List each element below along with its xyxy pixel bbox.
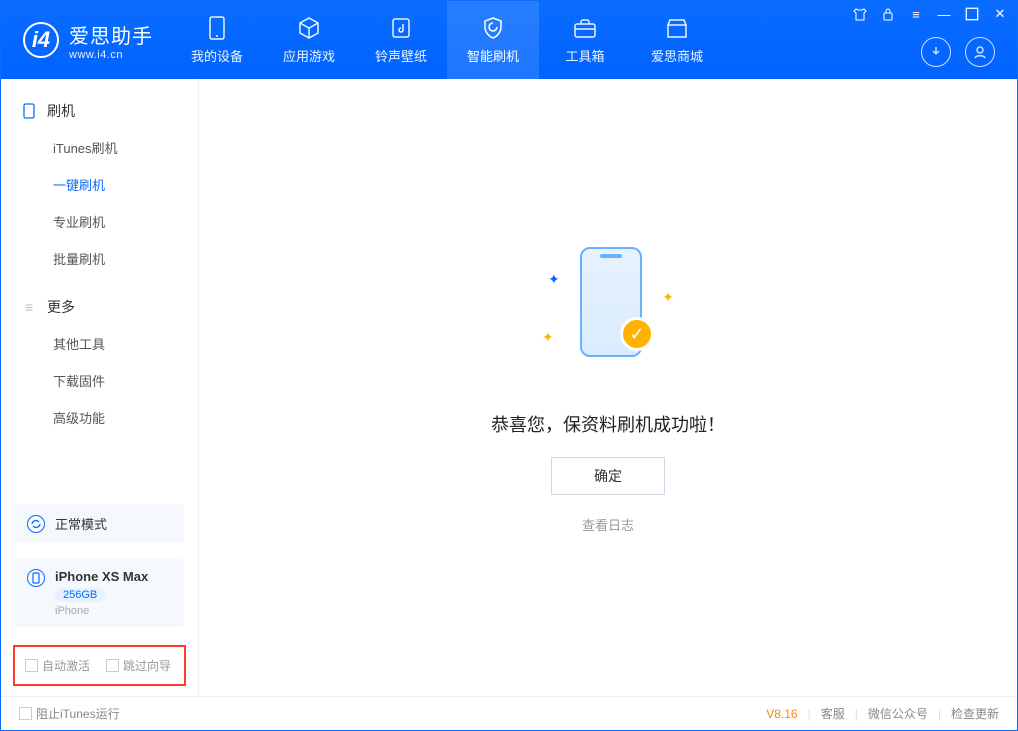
highlighted-options: 自动激活 跳过向导 [13,645,186,686]
close-button[interactable]: ✕ [993,7,1007,21]
sidebar-item-itunes[interactable]: iTunes刷机 [1,129,198,166]
sidebar-item-batch[interactable]: 批量刷机 [1,240,198,277]
download-button[interactable] [921,37,951,67]
app-logo: i4 爱思助手 www.i4.cn [1,20,171,61]
brand-name: 爱思助手 [69,20,153,49]
device-icon [205,16,229,40]
brand-url: www.i4.cn [69,49,153,61]
support-link[interactable]: 客服 [821,705,845,722]
phone-icon [21,103,37,119]
cube-icon [297,16,321,40]
nav-my-device[interactable]: 我的设备 [171,1,263,79]
block-itunes-checkbox[interactable]: 阻止iTunes运行 [19,705,120,722]
lock-icon[interactable] [881,7,895,21]
sidebar: 刷机 iTunes刷机 一键刷机 专业刷机 批量刷机 ≡ 更多 其他工具 下载固… [1,79,199,696]
view-log-link[interactable]: 查看日志 [582,515,634,534]
nav-flash[interactable]: 智能刷机 [447,1,539,79]
music-icon [389,16,413,40]
sidebar-group-flash[interactable]: 刷机 [1,93,198,129]
wechat-link[interactable]: 微信公众号 [868,705,928,722]
nav-label: 工具箱 [565,46,604,65]
nav-label: 爱思商城 [651,46,703,65]
tshirt-icon[interactable] [853,7,867,21]
success-illustration: ✦ ✦ ✦ ✓ [508,241,708,391]
shield-icon [481,16,505,40]
sidebar-item-firmware[interactable]: 下载固件 [1,362,198,399]
check-update-link[interactable]: 检查更新 [951,705,999,722]
list-icon: ≡ [21,299,37,315]
device-card[interactable]: iPhone XS Max 256GB iPhone [15,559,184,627]
sidebar-group-more[interactable]: ≡ 更多 [1,289,198,325]
toolbox-icon [573,16,597,40]
store-icon [665,16,689,40]
sidebar-item-pro[interactable]: 专业刷机 [1,203,198,240]
group-label: 刷机 [47,101,75,121]
mode-indicator[interactable]: 正常模式 [15,504,184,543]
menu-icon[interactable]: ≡ [909,7,923,21]
status-bar: 阻止iTunes运行 V8.16 | 客服 | 微信公众号 | 检查更新 [1,696,1017,730]
nav-store[interactable]: 爱思商城 [631,1,723,79]
device-type: iPhone [55,605,148,617]
nav-apps[interactable]: 应用游戏 [263,1,355,79]
minimize-button[interactable]: ― [937,7,951,21]
user-button[interactable] [965,37,995,67]
version-label: V8.16 [766,707,797,721]
skip-guide-checkbox[interactable]: 跳过向导 [106,657,171,674]
mode-label: 正常模式 [55,514,107,533]
success-message: 恭喜您，保资料刷机成功啦！ [491,411,725,437]
nav-label: 智能刷机 [467,46,519,65]
check-icon: ✓ [620,317,654,351]
sidebar-item-advanced[interactable]: 高级功能 [1,399,198,436]
nav-label: 铃声壁纸 [375,46,427,65]
header-actions [921,37,995,67]
group-label: 更多 [47,297,75,317]
ok-button[interactable]: 确定 [551,457,665,495]
storage-badge: 256GB [55,588,105,602]
maximize-button[interactable] [965,7,979,21]
window-controls: ≡ ― ✕ [853,7,1007,21]
auto-activate-checkbox[interactable]: 自动激活 [25,657,90,674]
sidebar-item-other[interactable]: 其他工具 [1,325,198,362]
sidebar-item-onekey[interactable]: 一键刷机 [1,166,198,203]
logo-icon: i4 [23,22,59,58]
nav-label: 我的设备 [191,46,243,65]
device-name: iPhone XS Max [55,569,148,584]
sync-icon [27,515,45,533]
nav-ringtone[interactable]: 铃声壁纸 [355,1,447,79]
titlebar: i4 爱思助手 www.i4.cn 我的设备 应用游戏 铃声壁纸 智能刷机 [1,1,1017,79]
nav-label: 应用游戏 [283,46,335,65]
main-nav: 我的设备 应用游戏 铃声壁纸 智能刷机 工具箱 爱思商城 [171,1,723,79]
device-icon [27,569,45,587]
nav-toolbox[interactable]: 工具箱 [539,1,631,79]
main-content: ✦ ✦ ✦ ✓ 恭喜您，保资料刷机成功啦！ 确定 查看日志 [199,79,1017,696]
